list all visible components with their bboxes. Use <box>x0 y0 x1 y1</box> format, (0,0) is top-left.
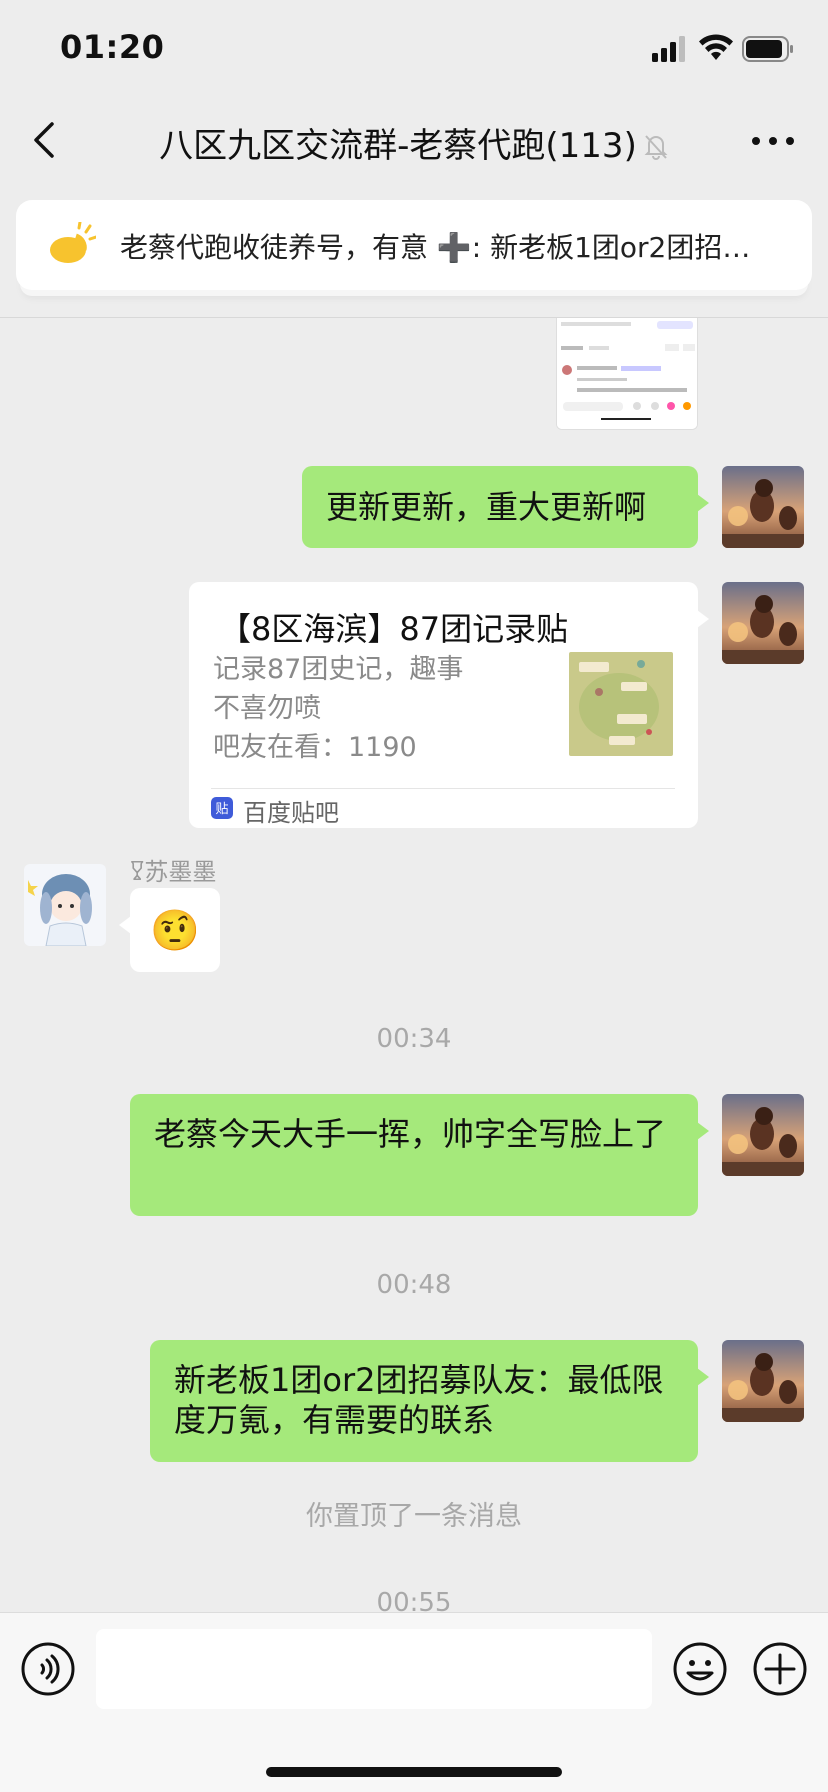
avatar-image <box>722 1340 804 1422</box>
voice-icon[interactable] <box>20 1641 76 1697</box>
svg-text:贴: 贴 <box>215 802 228 817</box>
pinned-message-text: 老蔡代跑收徒养号，有意 ➕: 新老板1团or2团招… <box>120 231 751 264</box>
more-options-button[interactable] <box>748 126 798 156</box>
link-card-desc-line: 吧友在看：1190 <box>213 732 417 763</box>
avatar-image <box>722 582 804 664</box>
sender-badge-icon: 𐃯 <box>130 858 145 886</box>
avatar-image <box>722 1094 804 1176</box>
outgoing-message[interactable]: 新老板1团or2团招募队友：最低限度万氪，有需要的联系 <box>150 1340 709 1462</box>
cellular-signal-icon <box>652 36 685 62</box>
bell-off-icon <box>644 135 668 160</box>
plus-circle-icon[interactable] <box>752 1641 808 1697</box>
pinned-message-bar[interactable]: 老蔡代跑收徒养号，有意 ➕: 新老板1团or2团招… <box>16 200 812 290</box>
home-indicator <box>266 1767 562 1777</box>
message-input[interactable] <box>96 1629 652 1709</box>
message-text: 老蔡今天大手一挥，帅字全写脸上了 <box>154 1115 667 1153</box>
chat-title-text: 八区九区交流群-老蔡代跑(113) <box>159 126 637 166</box>
message-text: 新老板1团or2团招募队友：最低限度万氪，有需要的联系 <box>174 1361 664 1439</box>
announcement-icon <box>50 222 96 263</box>
chat-title[interactable]: 八区九区交流群-老蔡代跑(113) <box>130 118 700 167</box>
link-card-message[interactable]: 【8区海滨】87团记录贴 记录87团史记，趣事 不喜勿喷 吧友在看：1190 贴… <box>189 582 709 828</box>
avatar-image <box>722 466 804 548</box>
my-avatar[interactable] <box>722 466 804 548</box>
link-card-desc-line: 记录87团史记，趣事 <box>213 654 464 685</box>
timestamp: 00:34 <box>376 1024 452 1054</box>
link-card-title: 【8区海滨】87团记录贴 <box>219 610 569 648</box>
outgoing-message[interactable]: 老蔡今天大手一挥，帅字全写脸上了 <box>130 1094 709 1216</box>
link-card-desc-line: 不喜勿喷 <box>213 693 321 724</box>
outgoing-message[interactable]: 更新更新，重大更新啊 <box>302 466 709 548</box>
link-card-divider <box>211 788 675 789</box>
link-card-thumbnail <box>569 652 673 756</box>
input-bar <box>0 1612 828 1792</box>
link-card-description: 记录87团史记，趣事 不喜勿喷 吧友在看：1190 <box>213 650 503 767</box>
avatar-image <box>24 864 106 946</box>
tieba-logo-icon: 贴 <box>211 797 233 819</box>
battery-icon <box>742 36 793 62</box>
timestamp: 00:48 <box>376 1270 452 1300</box>
header-divider <box>0 317 828 318</box>
game-map-graphic <box>569 652 673 756</box>
smiley-icon[interactable] <box>672 1641 728 1697</box>
link-card-source: 百度贴吧 <box>243 799 339 827</box>
emoji-sticker: 🤨 <box>150 907 200 954</box>
image-message-thumbnail[interactable] <box>556 318 698 430</box>
screenshot-preview-graphic <box>557 318 697 429</box>
my-avatar[interactable] <box>722 1340 804 1422</box>
wifi-icon <box>699 34 733 60</box>
sender-avatar[interactable] <box>24 864 106 946</box>
sender-name-text: 苏墨墨 <box>144 858 217 886</box>
status-time: 01:20 <box>60 28 165 66</box>
message-text: 更新更新，重大更新啊 <box>326 488 647 526</box>
incoming-message[interactable]: 🤨 <box>119 888 220 972</box>
sender-name: 𐃯苏墨墨 <box>130 852 216 888</box>
back-button[interactable] <box>22 116 66 164</box>
system-notice: 你置顶了一条消息 <box>306 1501 522 1532</box>
my-avatar[interactable] <box>722 582 804 664</box>
my-avatar[interactable] <box>722 1094 804 1176</box>
